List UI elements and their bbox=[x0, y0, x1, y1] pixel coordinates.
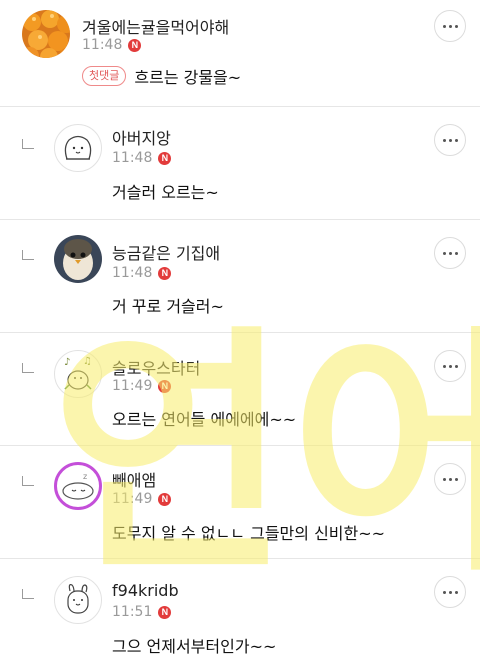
music-character-icon: ♪ ♫ bbox=[64, 356, 92, 390]
avatar-music-character[interactable]: ♪ ♫ bbox=[54, 350, 102, 398]
new-badge: N bbox=[158, 379, 172, 393]
comment-author[interactable]: 아버지앙 bbox=[112, 125, 171, 149]
reply-indent-icon bbox=[22, 250, 34, 260]
comment-text-row: 거 꾸로 거슬러~ bbox=[112, 293, 224, 317]
dot-icon bbox=[442, 138, 446, 142]
new-badge: N bbox=[158, 605, 172, 619]
sleeping-character-icon: z bbox=[62, 472, 94, 500]
dot-icon bbox=[442, 251, 446, 255]
avatar-sleeping-character[interactable]: z bbox=[54, 462, 102, 510]
comment-meta: 11:49 N bbox=[112, 378, 172, 394]
comment-time: 11:51 bbox=[112, 604, 153, 620]
more-options-button[interactable] bbox=[434, 463, 466, 495]
reply-indent-icon bbox=[22, 589, 34, 599]
comment-time: 11:49 bbox=[112, 491, 153, 507]
svg-text:♪: ♪ bbox=[64, 357, 70, 368]
blob-character-icon bbox=[64, 135, 92, 160]
comment-item: 겨울에는귤을먹어야해 11:48 N 첫댓글 흐르는 강물을~ bbox=[0, 0, 480, 106]
dot-icon bbox=[442, 477, 446, 481]
comment-meta: 11:48 N bbox=[82, 37, 142, 53]
dot-icon bbox=[448, 364, 452, 368]
penguin-photo bbox=[54, 235, 102, 283]
comment-text: 거슬러 오르는~ bbox=[112, 183, 219, 202]
comment-meta: 11:48 N bbox=[112, 150, 172, 166]
dot-icon bbox=[454, 138, 458, 142]
comment-text-row: 도무지 알 수 없ㄴㄴ 그들만의 신비한~~ bbox=[112, 520, 385, 544]
dot-icon bbox=[448, 251, 452, 255]
dot-icon bbox=[442, 24, 446, 28]
first-comment-badge: 첫댓글 bbox=[82, 66, 127, 86]
comment-text: 도무지 알 수 없ㄴㄴ 그들만의 신비한~~ bbox=[112, 524, 386, 543]
bunny-character-icon bbox=[67, 584, 89, 614]
comment-author[interactable]: 겨울에는귤을먹어야해 bbox=[82, 14, 229, 38]
avatar-penguin[interactable] bbox=[54, 235, 102, 283]
comment-author[interactable]: f94kridb bbox=[112, 581, 179, 600]
comment-author[interactable]: 능금같은 기집애 bbox=[112, 240, 220, 264]
dot-icon bbox=[454, 477, 458, 481]
comment-item: 능금같은 기집애 11:48 N 거 꾸로 거슬러~ bbox=[0, 220, 480, 332]
svg-text:♫: ♫ bbox=[83, 356, 92, 367]
avatar-tangerines[interactable] bbox=[22, 10, 70, 58]
comment-item: 아버지앙 11:48 N 거슬러 오르는~ bbox=[0, 107, 480, 219]
comment-item: f94kridb 11:51 N 그으 언제서부터인가~~ bbox=[0, 559, 480, 670]
comment-time: 11:48 bbox=[82, 37, 123, 53]
more-options-button[interactable] bbox=[434, 350, 466, 382]
comment-time: 11:48 bbox=[112, 150, 153, 166]
dot-icon bbox=[454, 590, 458, 594]
comment-text: 오르는 연어들 에에에에~~ bbox=[112, 410, 297, 429]
comment-text-row: 오르는 연어들 에에에에~~ bbox=[112, 406, 296, 430]
comment-item: z 빼애앰 11:49 N 도무지 알 수 없ㄴㄴ 그들만의 신비한~~ bbox=[0, 446, 480, 558]
comment-item: ♪ ♫ 슬로우스타터 11:49 N 오르는 연어들 에에에에~~ bbox=[0, 333, 480, 445]
comment-time: 11:48 bbox=[112, 265, 153, 281]
comment-meta: 11:49 N bbox=[112, 491, 172, 507]
dot-icon bbox=[454, 24, 458, 28]
more-options-button[interactable] bbox=[434, 237, 466, 269]
dot-icon bbox=[448, 590, 452, 594]
svg-text:z: z bbox=[83, 472, 87, 481]
new-badge: N bbox=[158, 492, 172, 506]
comment-text: 그으 언제서부터인가~~ bbox=[112, 637, 277, 656]
comment-author[interactable]: 슬로우스타터 bbox=[112, 355, 200, 379]
comment-author[interactable]: 빼애앰 bbox=[112, 467, 156, 491]
new-badge: N bbox=[158, 151, 172, 165]
tangerine-photo bbox=[22, 10, 70, 58]
dot-icon bbox=[448, 24, 452, 28]
dot-icon bbox=[448, 477, 452, 481]
dot-icon bbox=[454, 364, 458, 368]
dot-icon bbox=[442, 590, 446, 594]
avatar-blob-character[interactable] bbox=[54, 124, 102, 172]
avatar-bunny-character[interactable] bbox=[54, 576, 102, 624]
reply-indent-icon bbox=[22, 363, 34, 373]
comment-meta: 11:51 N bbox=[112, 604, 172, 620]
new-badge: N bbox=[128, 38, 142, 52]
reply-indent-icon bbox=[22, 139, 34, 149]
comment-text: 거 꾸로 거슬러~ bbox=[112, 297, 224, 316]
comment-text-row: 첫댓글 흐르는 강물을~ bbox=[82, 64, 241, 88]
dot-icon bbox=[448, 138, 452, 142]
comment-meta: 11:48 N bbox=[112, 265, 172, 281]
more-options-button[interactable] bbox=[434, 10, 466, 42]
more-options-button[interactable] bbox=[434, 124, 466, 156]
reply-indent-icon bbox=[22, 476, 34, 486]
dot-icon bbox=[454, 251, 458, 255]
comment-text-row: 그으 언제서부터인가~~ bbox=[112, 633, 276, 657]
comment-time: 11:49 bbox=[112, 378, 153, 394]
dot-icon bbox=[442, 364, 446, 368]
comment-text-row: 거슬러 오르는~ bbox=[112, 179, 219, 203]
new-badge: N bbox=[158, 266, 172, 280]
more-options-button[interactable] bbox=[434, 576, 466, 608]
comment-text: 흐르는 강물을~ bbox=[134, 68, 242, 87]
